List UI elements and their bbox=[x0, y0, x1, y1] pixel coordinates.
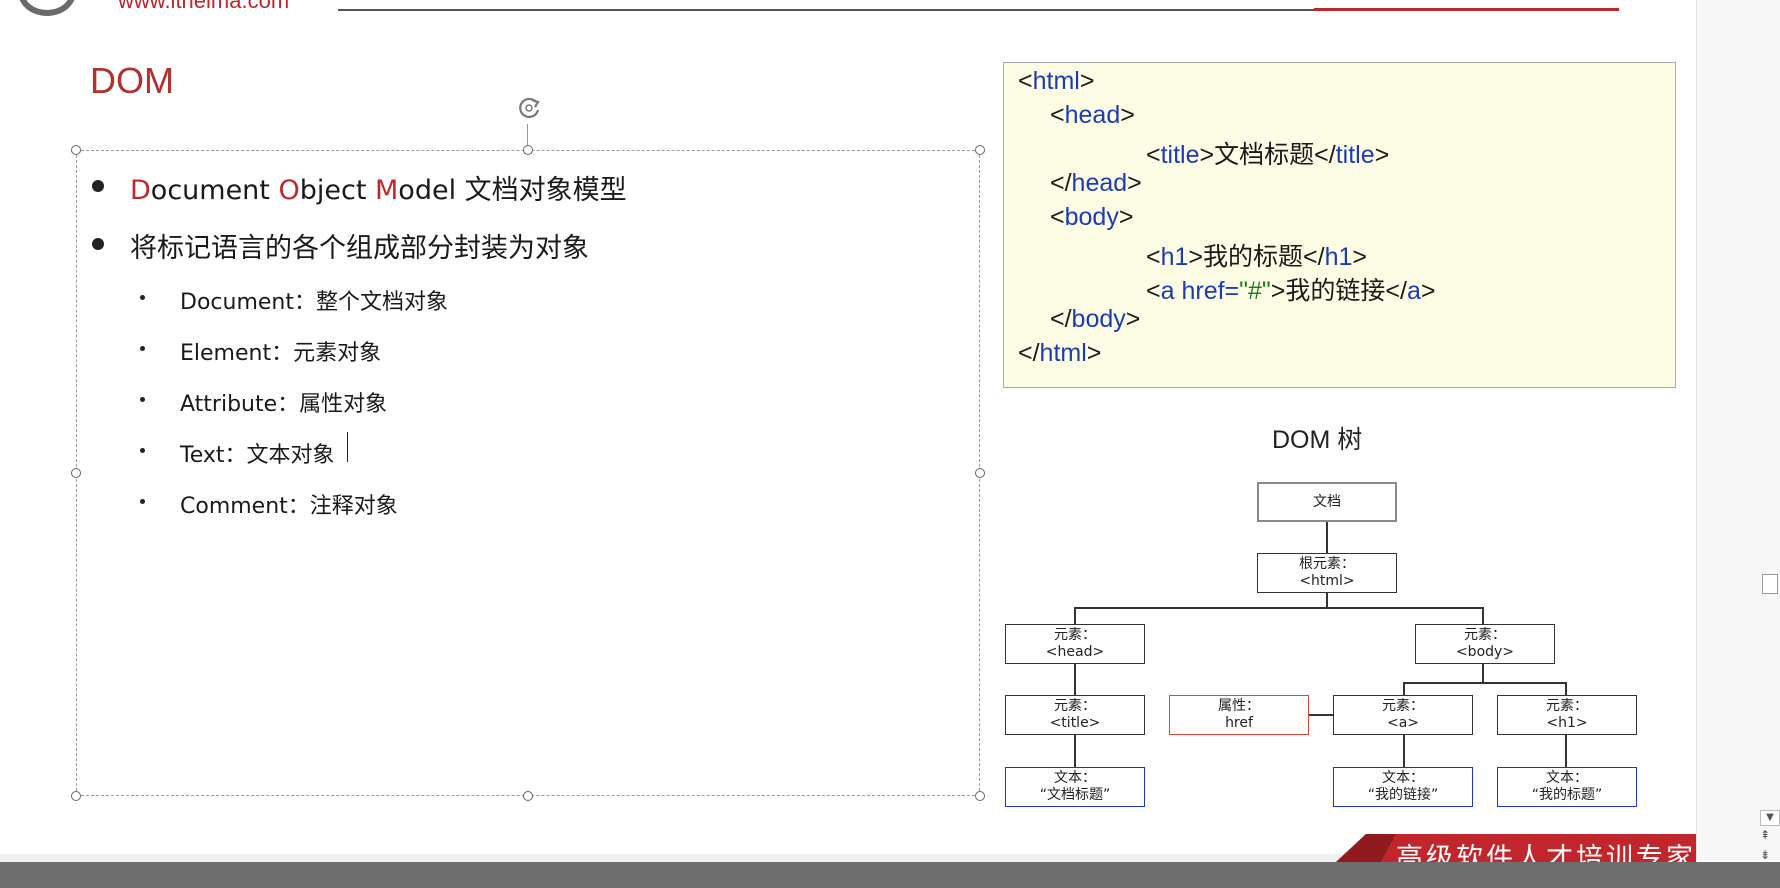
code-line: <h1>我的标题</h1> bbox=[1146, 243, 1368, 271]
next-slide-icon[interactable]: ⇟ bbox=[1760, 848, 1770, 862]
resize-handle-top-right[interactable] bbox=[975, 145, 985, 155]
code-line: <a href="#">我的链接</a> bbox=[1146, 277, 1436, 305]
resize-handle-bottom-left[interactable] bbox=[71, 791, 81, 801]
resize-handle-top-left[interactable] bbox=[71, 145, 81, 155]
code-line: <body> bbox=[1050, 203, 1134, 231]
dom-tree-title: DOM 树 bbox=[1272, 426, 1363, 454]
bullet-text: Document Object Model 文档对象模型 bbox=[130, 175, 627, 206]
slide-title[interactable]: DOM bbox=[90, 60, 174, 102]
bullet-dot bbox=[92, 238, 104, 250]
tree-node-document: 文档 bbox=[1257, 482, 1397, 522]
site-url: www.itheima.com bbox=[118, 0, 290, 13]
code-line: <title>文档标题</title> bbox=[1146, 141, 1390, 169]
resize-handle-bottom[interactable] bbox=[523, 791, 533, 801]
tree-node-a: 元素： <a> bbox=[1333, 695, 1473, 735]
vertical-scrollbar[interactable] bbox=[1696, 0, 1780, 860]
itheima-logo bbox=[18, 0, 76, 16]
bullet-text: 将标记语言的各个组成部分封装为对象 bbox=[130, 233, 589, 264]
resize-handle-top[interactable] bbox=[523, 145, 533, 155]
text-caret bbox=[347, 432, 348, 462]
tree-node-text-heading: 文本： “我的标题” bbox=[1497, 767, 1637, 807]
rotate-handle-icon[interactable] bbox=[514, 92, 546, 124]
resize-handle-right[interactable] bbox=[975, 468, 985, 478]
tree-node-text-title: 文本： “文档标题” bbox=[1005, 767, 1145, 807]
tree-node-body: 元素： <body> bbox=[1415, 624, 1555, 664]
scroll-down-icon[interactable]: ▼ bbox=[1760, 810, 1780, 826]
scrollbar-thumb[interactable] bbox=[1762, 574, 1778, 594]
code-line: </html> bbox=[1018, 339, 1102, 367]
tree-node-html: 根元素： <html> bbox=[1257, 553, 1397, 593]
code-line: </head> bbox=[1050, 169, 1142, 197]
tree-node-head: 元素： <head> bbox=[1005, 624, 1145, 664]
tree-node-attribute-href: 属性： href bbox=[1169, 695, 1309, 735]
code-line: </body> bbox=[1050, 305, 1141, 333]
tree-node-title: 元素： <title> bbox=[1005, 695, 1145, 735]
bullet-dot bbox=[92, 180, 104, 192]
tree-node-text-link: 文本： “我的链接” bbox=[1333, 767, 1473, 807]
code-line: <html> bbox=[1018, 67, 1095, 95]
bottom-bar bbox=[0, 862, 1780, 888]
resize-handle-bottom-right[interactable] bbox=[975, 791, 985, 801]
code-line: <head> bbox=[1050, 101, 1135, 129]
header-rule-accent bbox=[1314, 8, 1619, 11]
resize-handle-left[interactable] bbox=[71, 468, 81, 478]
previous-slide-icon[interactable]: ⇞ bbox=[1760, 828, 1770, 842]
html-code-box[interactable]: <html> <head> <title>文档标题</title> </head… bbox=[1003, 62, 1676, 388]
tree-node-h1: 元素： <h1> bbox=[1497, 695, 1637, 735]
